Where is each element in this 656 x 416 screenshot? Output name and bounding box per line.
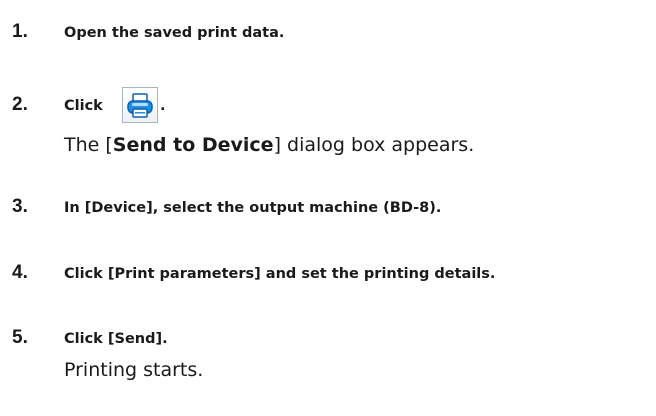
step-result: Printing starts. (64, 359, 204, 381)
step-number: 4. (12, 262, 28, 283)
dialog-name: Send to Device (112, 134, 274, 156)
step-result: The [Send to Device] dialog box appears. (64, 133, 474, 157)
step-text: Click [Send]. (64, 331, 168, 347)
step-text: In [Device], select the output machine (… (64, 200, 442, 216)
step-number: 5. (12, 327, 28, 348)
print-button-icon (122, 87, 158, 123)
step-text-period: . (160, 98, 166, 114)
printer-icon (127, 93, 153, 118)
result-prefix: The [ (64, 134, 113, 156)
step-text: Click (64, 98, 103, 114)
step-number: 2. (12, 94, 28, 115)
step-text: Open the saved print data. (64, 25, 285, 41)
step-text: Click [Print parameters] and set the pri… (64, 266, 496, 282)
result-suffix: ] dialog box appears. (273, 134, 475, 156)
step-number: 3. (12, 196, 28, 217)
step-number: 1. (12, 21, 28, 42)
